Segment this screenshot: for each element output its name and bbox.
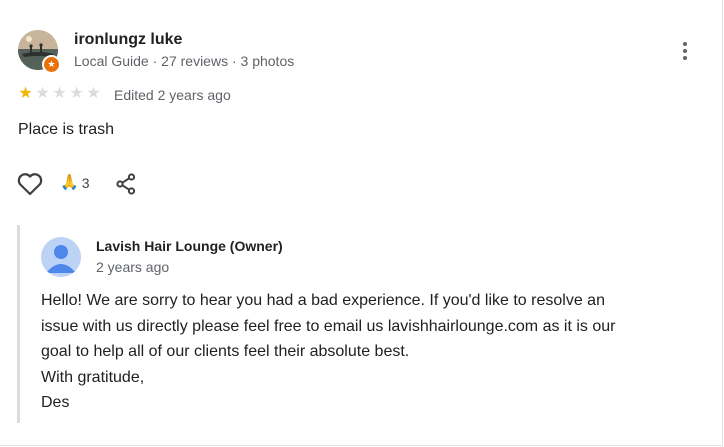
reviewer-meta[interactable]: Local Guide · 27 reviews · 3 photos [74, 53, 294, 69]
star-icon: ★ [18, 85, 33, 102]
reply-line: goal to help all of our clients feel the… [41, 343, 410, 360]
more-dot [683, 42, 687, 46]
share-icon [116, 173, 136, 195]
share-button[interactable] [114, 172, 138, 196]
reaction-button[interactable]: 🙏 3 [60, 174, 89, 192]
review-text: Place is trash [18, 121, 115, 138]
owner-reply-date: 2 years ago [96, 259, 170, 275]
reply-line: Hello! We are sorry to hear you had a ba… [41, 292, 605, 309]
reaction-count: 3 [81, 175, 90, 191]
edited-timestamp: Edited 2 years ago [114, 87, 231, 103]
reply-line: With gratitude, [41, 368, 145, 386]
folded-hands-icon: 🙏 [60, 174, 79, 191]
star-rating: ★ ★ ★ ★ ★ [17, 85, 102, 103]
more-dot [683, 56, 687, 60]
heart-icon [17, 173, 43, 196]
star-icon: ★ [52, 85, 67, 102]
owner-reply: Lavish Hair Lounge (Owner) 2 years ago H… [17, 225, 710, 423]
local-guide-badge-icon: ★ [42, 55, 61, 74]
reply-line: issue with us directly please feel free … [41, 317, 616, 335]
more-options-icon[interactable] [674, 38, 696, 64]
owner-name: Lavish Hair Lounge (Owner) [96, 238, 283, 254]
owner-reply-text: Hello! We are sorry to hear you had a ba… [41, 288, 691, 416]
owner-avatar [41, 237, 81, 277]
more-dot [683, 49, 687, 53]
person-icon [46, 245, 76, 273]
star-icon: ★ [35, 85, 50, 102]
like-button[interactable] [16, 171, 44, 197]
star-icon: ★ [86, 85, 101, 102]
review-card: ★ ironlungz luke Local Guide · 27 review… [0, 0, 723, 446]
reviewer-name[interactable]: ironlungz luke [74, 31, 182, 49]
reply-line: Des [41, 394, 70, 411]
star-icon: ★ [69, 85, 84, 102]
